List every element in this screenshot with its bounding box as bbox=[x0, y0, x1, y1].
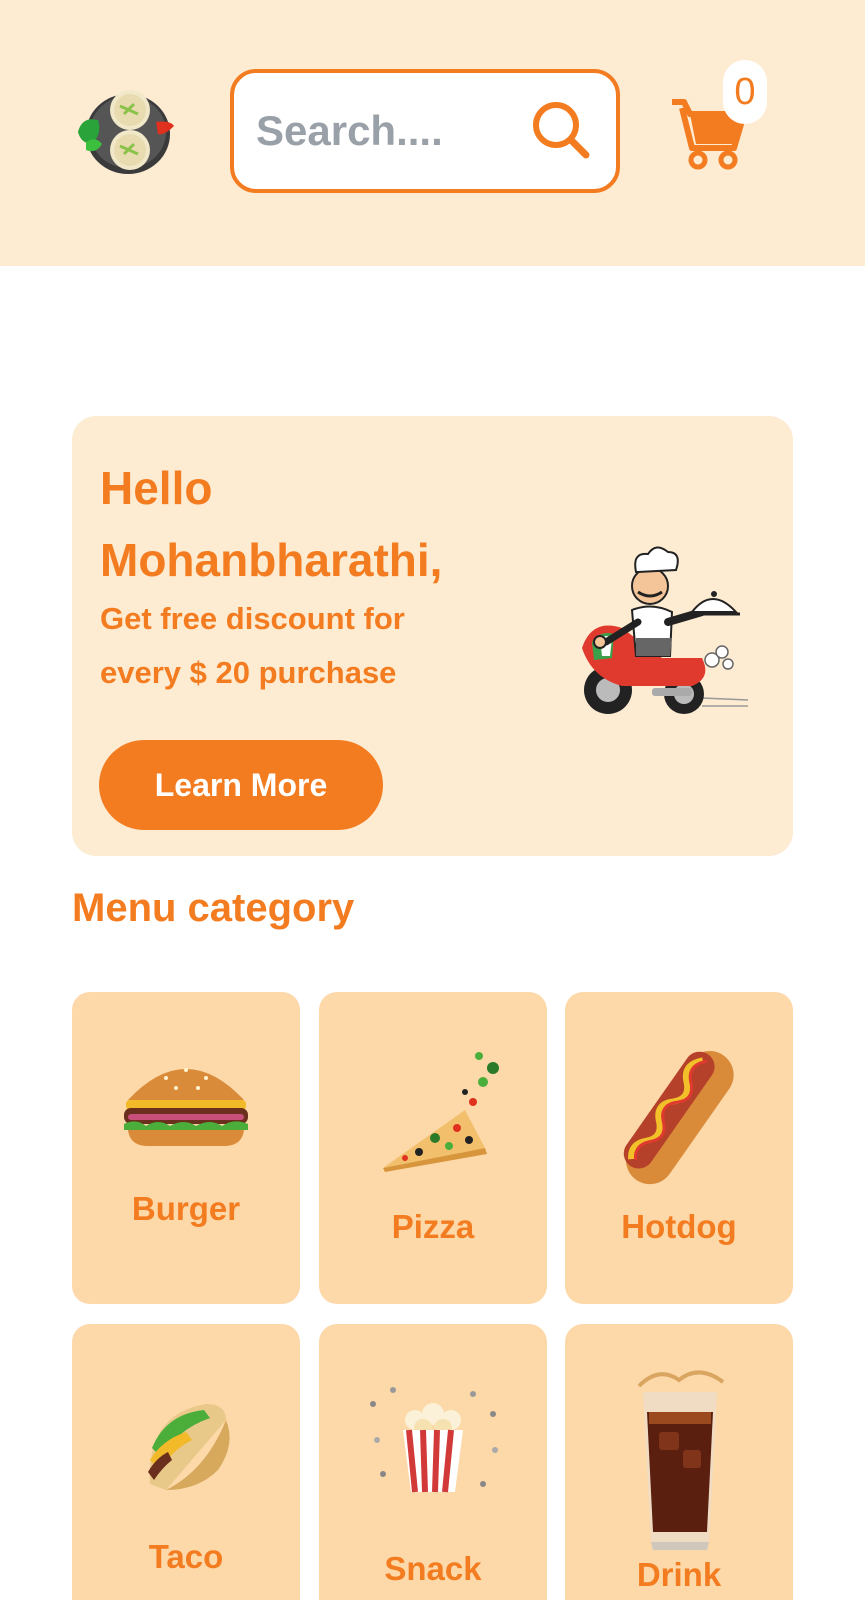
greeting-line-name: Mohanbharathi, bbox=[100, 534, 443, 586]
promo-subtitle-line2: every $ 20 purchase bbox=[100, 655, 397, 690]
learn-more-button[interactable]: Learn More bbox=[99, 740, 383, 830]
category-card-snack[interactable]: Snack bbox=[319, 1324, 547, 1600]
drink-icon bbox=[637, 1370, 725, 1550]
promo-subtitle: Get free discount for every $ 20 purchas… bbox=[100, 592, 480, 700]
promo-subtitle-line1: Get free discount for bbox=[100, 601, 405, 636]
category-card-drink[interactable]: Drink bbox=[565, 1324, 793, 1600]
popcorn-icon bbox=[370, 1387, 498, 1493]
search-icon[interactable] bbox=[530, 99, 592, 161]
burger-icon bbox=[124, 1068, 248, 1146]
greeting-text: Hello Mohanbharathi, bbox=[100, 452, 520, 596]
hotdog-icon bbox=[623, 1050, 734, 1185]
chef-scooter-illustration bbox=[582, 546, 749, 714]
category-label-drink: Drink bbox=[636, 1556, 722, 1593]
search-input[interactable] bbox=[256, 107, 526, 155]
category-label-pizza: Pizza bbox=[391, 1208, 475, 1245]
category-label-burger: Burger bbox=[131, 1190, 241, 1227]
category-card-hotdog[interactable]: Hotdog bbox=[565, 992, 793, 1304]
food-plate-logo-icon[interactable] bbox=[72, 86, 176, 178]
header-bar: 0 bbox=[0, 0, 865, 266]
taco-icon bbox=[148, 1404, 230, 1490]
cart-count-badge: 0 bbox=[723, 60, 767, 124]
category-card-burger[interactable]: Burger bbox=[72, 992, 300, 1304]
search-box[interactable] bbox=[230, 69, 620, 193]
pizza-icon bbox=[383, 1052, 499, 1172]
menu-category-title: Menu category bbox=[72, 886, 355, 930]
greeting-line-hello: Hello bbox=[100, 462, 213, 514]
category-card-taco[interactable]: Taco bbox=[72, 1324, 300, 1600]
category-label-hotdog: Hotdog bbox=[621, 1208, 737, 1245]
category-label-taco: Taco bbox=[148, 1538, 224, 1575]
promo-banner: Hello Mohanbharathi, Get free discount f… bbox=[72, 416, 793, 856]
category-card-pizza[interactable]: Pizza bbox=[319, 992, 547, 1304]
category-label-snack: Snack bbox=[384, 1550, 482, 1587]
app-page: 0 Hello Mohanbharathi, Get free discount… bbox=[0, 0, 865, 1600]
